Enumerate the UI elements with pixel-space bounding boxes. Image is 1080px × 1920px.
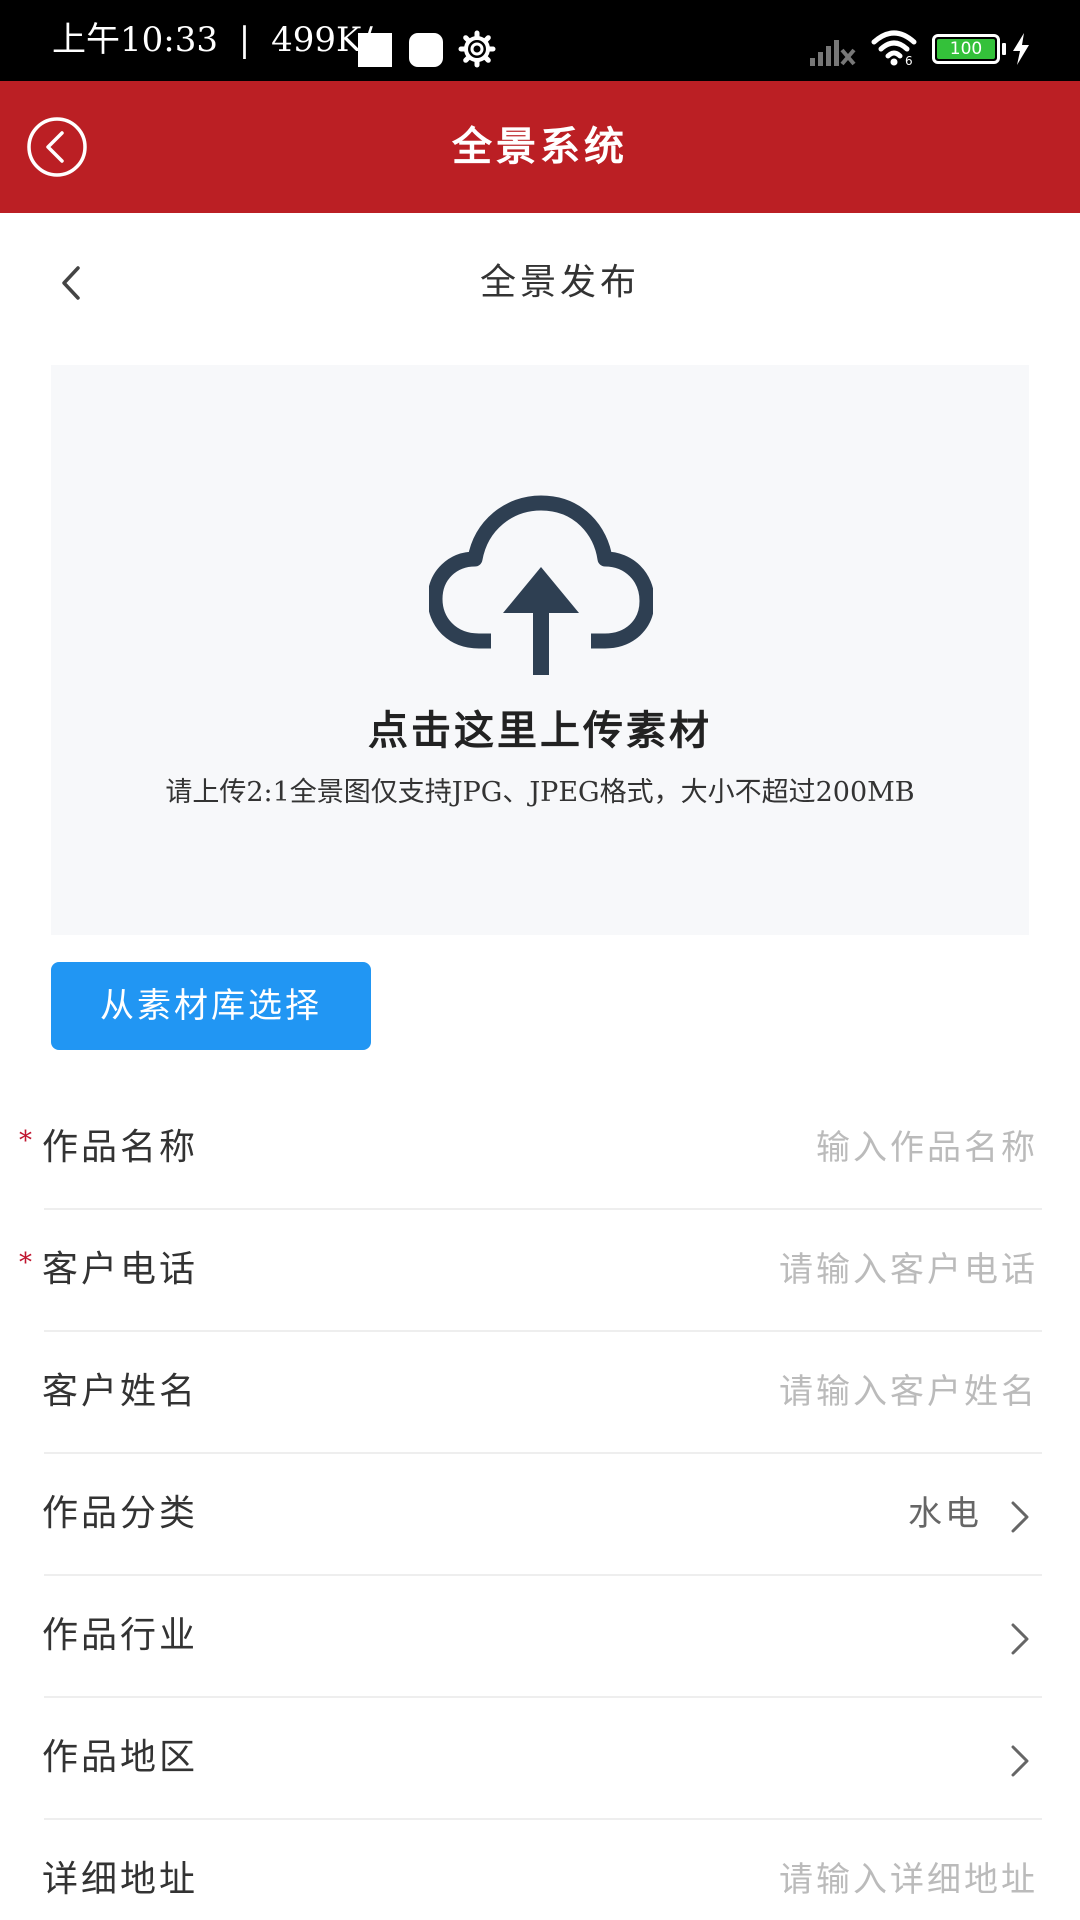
- customer-phone-label: 客户电话: [42, 1249, 199, 1290]
- battery-icon: 100: [932, 34, 1000, 64]
- detail-address-label: 详细地址: [42, 1859, 199, 1900]
- detail-address-input[interactable]: [618, 1856, 1038, 1904]
- publish-form: * 作品名称 * 客户电话 客户姓名 作品分类 水电 作品行业 作品地区: [0, 1088, 1080, 1920]
- work-category-value: 水电: [908, 1494, 982, 1534]
- chevron-right-icon: [1011, 1623, 1029, 1655]
- battery-level: 100: [937, 39, 995, 59]
- rounded-square-icon: [409, 33, 443, 67]
- charging-bolt-icon: [1013, 33, 1029, 65]
- customer-name-input[interactable]: [618, 1368, 1038, 1416]
- page-header: 全景发布: [0, 213, 1080, 353]
- app-title: 全景系统: [452, 123, 628, 170]
- work-region-label: 作品地区: [42, 1737, 199, 1778]
- chevron-right-icon: [1011, 1745, 1029, 1777]
- customer-phone-input[interactable]: [618, 1246, 1038, 1294]
- chevron-right-icon: [1011, 1501, 1029, 1533]
- work-industry-label: 作品行业: [42, 1615, 199, 1656]
- wifi-badge: 6: [905, 54, 913, 68]
- upload-hint: 请上传2:1全景图仅支持JPG、JPEG格式，大小不超过200MB: [165, 777, 915, 808]
- battery-tip: [1002, 43, 1006, 55]
- upload-area[interactable]: 点击这里上传素材 请上传2:1全景图仅支持JPG、JPEG格式，大小不超过200…: [51, 365, 1029, 935]
- form-row-work-category[interactable]: 作品分类 水电: [0, 1454, 1080, 1576]
- select-from-library-button[interactable]: 从素材库选择: [51, 962, 371, 1050]
- status-bar: 上午10:33 | 499K/s 6 100: [0, 0, 1080, 81]
- app-title-bar: 全景系统: [0, 81, 1080, 213]
- form-row-work-industry[interactable]: 作品行业: [0, 1576, 1080, 1698]
- status-time: 上午10:33 | 499K/s: [52, 20, 391, 60]
- square-icon: [358, 33, 392, 67]
- work-name-input[interactable]: [618, 1124, 1038, 1172]
- cloud-upload-icon: [429, 495, 653, 675]
- form-row-work-region[interactable]: 作品地区: [0, 1698, 1080, 1820]
- required-mark: *: [19, 1126, 32, 1156]
- form-row-detail-address: 详细地址: [0, 1820, 1080, 1920]
- required-mark: *: [19, 1248, 32, 1278]
- customer-name-label: 客户姓名: [42, 1371, 199, 1412]
- page-title: 全景发布: [479, 262, 640, 303]
- gear-icon: [458, 30, 496, 68]
- signal-icon: [810, 40, 856, 66]
- form-row-work-name: * 作品名称: [0, 1088, 1080, 1210]
- work-name-label: 作品名称: [42, 1127, 199, 1168]
- form-row-customer-phone: * 客户电话: [0, 1210, 1080, 1332]
- work-category-label: 作品分类: [42, 1493, 199, 1534]
- form-row-customer-name: 客户姓名: [0, 1332, 1080, 1454]
- upload-title: 点击这里上传素材: [368, 707, 712, 754]
